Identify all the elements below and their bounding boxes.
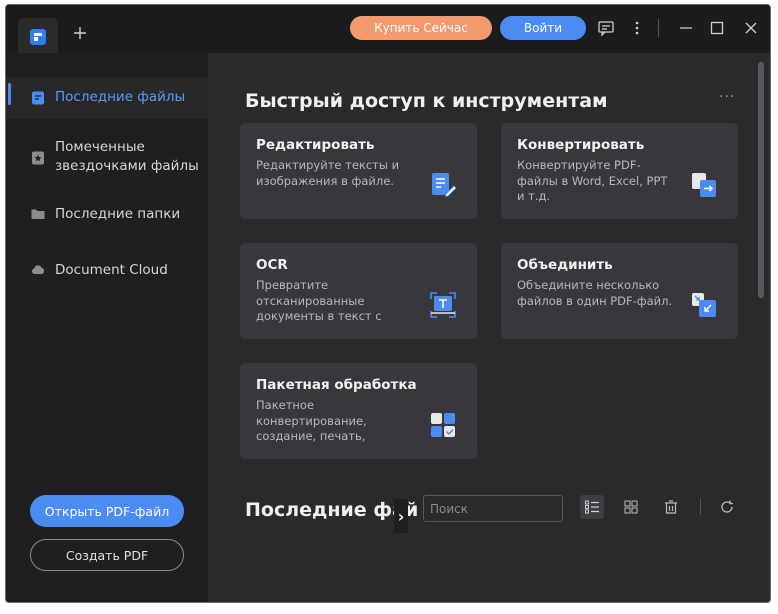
toolbar-divider	[700, 499, 701, 515]
card-convert[interactable]: Конвертировать Конвертируйте PDF-файлы в…	[501, 123, 738, 219]
sidebar-item-starred-files[interactable]: Помеченные звездочками файлы	[6, 137, 208, 181]
sidebar-item-label: Помеченные звездочками файлы	[55, 139, 199, 174]
card-ocr[interactable]: OCR Превратите отсканированные документы…	[240, 243, 477, 339]
card-title: Пакетная обработка	[256, 377, 417, 393]
close-icon[interactable]	[742, 19, 760, 37]
trash-icon	[665, 500, 677, 514]
ocr-scan-icon	[430, 292, 456, 318]
search-input[interactable]	[423, 495, 563, 522]
quick-access-title: Быстрый доступ к инструментам	[245, 90, 608, 112]
buy-now-button[interactable]: Купить Сейчас	[350, 16, 492, 40]
card-description: Редактируйте тексты и изображения в файл…	[256, 158, 400, 188]
app-window: Купить Сейчас Войти Последние файлы Поме…	[5, 4, 771, 603]
recent-files-title: Последние фай	[245, 499, 419, 521]
refresh-icon	[721, 500, 733, 513]
main-panel: Быстрый доступ к инструментам ··· Редакт…	[208, 53, 770, 602]
card-title: OCR	[256, 257, 288, 273]
list-view-icon	[585, 500, 599, 514]
login-button[interactable]: Войти	[500, 16, 586, 40]
create-pdf-button[interactable]: Создать PDF	[30, 539, 184, 571]
sidebar: Последние файлы Помеченные звездочками ф…	[6, 53, 208, 602]
sidebar-item-document-cloud[interactable]: Document Cloud	[6, 257, 208, 285]
sidebar-item-label: Document Cloud	[55, 262, 168, 278]
home-tab[interactable]	[18, 18, 58, 53]
more-menu-icon[interactable]	[628, 19, 646, 37]
edit-document-icon	[432, 173, 457, 198]
folder-icon	[31, 209, 45, 219]
card-edit[interactable]: Редактировать Редактируйте тексты и изоб…	[240, 123, 477, 219]
scroll-right-icon[interactable]: ›	[394, 499, 408, 533]
titlebar-divider	[658, 19, 659, 37]
sidebar-item-recent-folders[interactable]: Последние папки	[6, 201, 208, 229]
sidebar-item-label: Последние папки	[55, 206, 181, 222]
card-description: Конвертируйте PDF-файлы в Word, Excel, P…	[517, 158, 668, 203]
maximize-icon[interactable]	[708, 19, 726, 37]
grid-view-icon	[624, 500, 638, 514]
convert-icon	[692, 173, 716, 197]
card-title: Конвертировать	[517, 137, 645, 153]
grid-view-button[interactable]	[619, 495, 643, 519]
card-title: Объединить	[517, 257, 613, 273]
open-pdf-button[interactable]: Открыть PDF-файл	[30, 495, 184, 527]
card-description: Превратите отсканированные документы в т…	[256, 278, 382, 325]
list-view-button[interactable]	[580, 495, 604, 519]
title-bar: Купить Сейчас Войти	[6, 5, 770, 53]
sidebar-item-label: Последние файлы	[55, 89, 186, 105]
card-title: Редактировать	[256, 137, 375, 153]
more-options-icon[interactable]: ···	[719, 89, 735, 105]
card-batch[interactable]: Пакетная обработка Пакетное конвертирова…	[240, 363, 477, 459]
active-indicator	[8, 83, 11, 105]
starred-files-icon	[32, 151, 44, 165]
add-tab-icon[interactable]	[70, 23, 90, 43]
app-logo-icon	[30, 29, 46, 45]
feedback-icon[interactable]	[597, 19, 615, 37]
cloud-icon	[32, 265, 45, 274]
minimize-icon[interactable]	[677, 19, 695, 37]
clear-list-button[interactable]	[659, 495, 683, 519]
card-merge[interactable]: Объединить Объедините несколько файлов в…	[501, 243, 738, 339]
batch-grid-icon	[431, 413, 455, 437]
recent-files-icon	[32, 91, 44, 105]
sidebar-item-recent-files[interactable]: Последние файлы	[6, 77, 208, 119]
vertical-scrollbar[interactable]	[758, 62, 764, 298]
card-description: Объедините несколько файлов в один PDF-ф…	[517, 278, 673, 308]
refresh-button[interactable]	[715, 495, 739, 519]
merge-icon	[692, 293, 716, 317]
card-description: Пакетное конвертирование, создание, печа…	[256, 398, 367, 445]
